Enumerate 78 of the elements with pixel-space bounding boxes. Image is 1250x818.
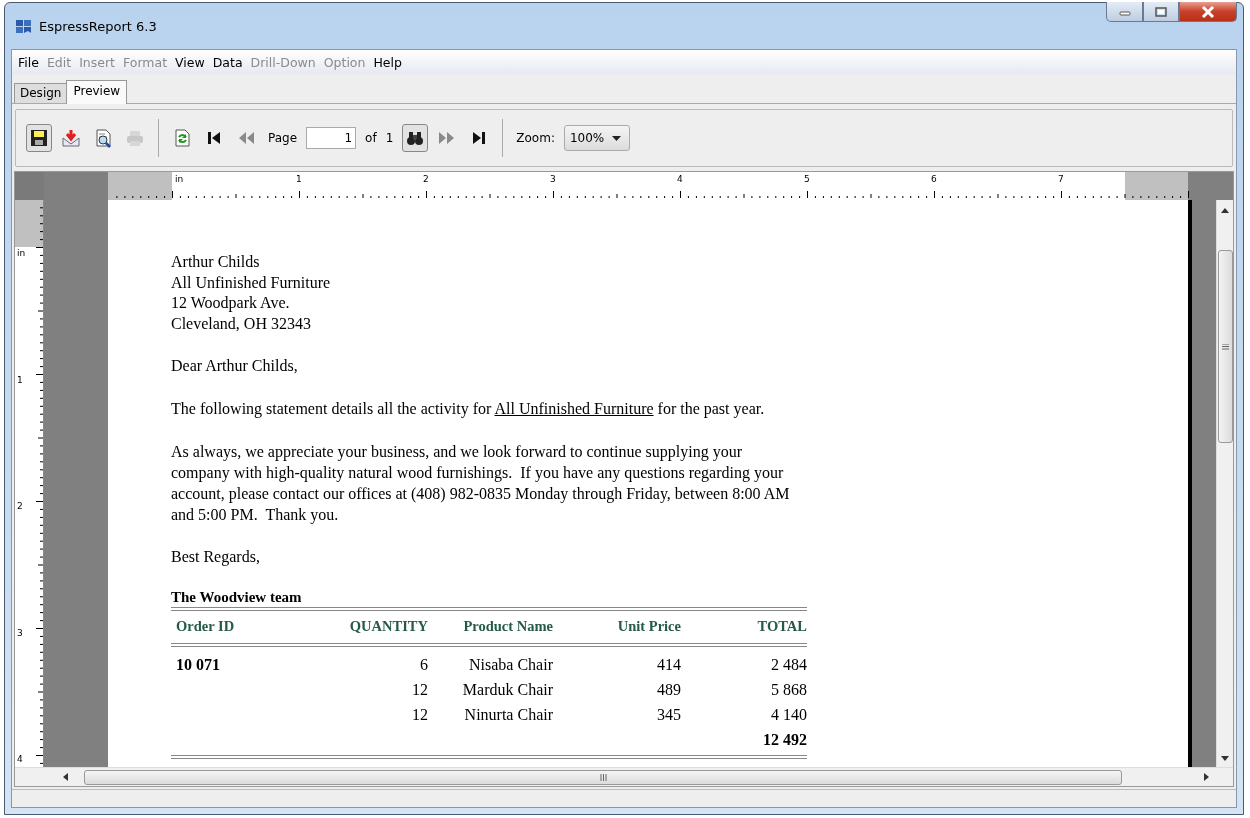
ruler-number: in (17, 248, 26, 258)
column-header: Order ID (175, 617, 236, 637)
ruler-number: 3 (17, 628, 23, 638)
zoom-label: Zoom: (516, 131, 555, 145)
maximize-button[interactable] (1143, 2, 1179, 22)
closing-text: Best Regards, (171, 547, 261, 568)
ruler-number: 4 (677, 174, 683, 184)
of-label: of (365, 131, 377, 145)
ruler-number: in (175, 174, 184, 184)
ruler-number: 1 (17, 375, 23, 385)
column-header: Product Name (462, 617, 553, 637)
statement-text: The following statement details all the activity for All Unfinished Furniture for the past year. (171, 398, 766, 419)
table-cell-text: 4 140 (770, 704, 807, 725)
scroll-down-icon (1221, 756, 1229, 761)
ruler-number: 4 (17, 754, 23, 764)
scroll-thumb[interactable] (1217, 250, 1233, 443)
menu-item[interactable]: Data (208, 54, 247, 70)
column-header: Unit Price (616, 617, 681, 637)
table-cell-text: 2 484 (770, 654, 807, 675)
grip-icon (599, 773, 607, 781)
page-count: 1 (385, 131, 394, 145)
binoculars-button[interactable] (402, 124, 429, 152)
grip-icon (1221, 343, 1229, 350)
close-button[interactable] (1179, 2, 1237, 22)
menu-item[interactable]: Help (369, 54, 406, 70)
caret-icon (612, 135, 622, 141)
table-cell-text: Nisaba Chair (468, 654, 553, 675)
column-header: QUANTITY (348, 617, 428, 637)
scroll-up-icon (1221, 208, 1229, 213)
minimize-button[interactable] (1106, 2, 1143, 22)
floppy-disk-button[interactable] (26, 124, 52, 152)
total-value: 12 492 (762, 729, 807, 750)
vertical-scrollbar[interactable] (1216, 200, 1233, 767)
printer-icon (125, 128, 145, 148)
column-header: TOTAL (756, 617, 807, 637)
window-title: EspressReport 6.3 (39, 18, 157, 34)
address-line: 12 Woodpark Ave. (171, 293, 291, 314)
table-cell-text: 12 (411, 679, 428, 700)
ruler-number: 1 (296, 174, 302, 184)
scroll-left-icon (63, 773, 68, 781)
address-line: All Unfinished Furniture (171, 272, 332, 293)
ruler-number: 7 (1058, 174, 1064, 184)
scroll-thumb[interactable] (84, 769, 1122, 785)
ruler-number: 3 (550, 174, 556, 184)
letter-paragraph: As always, we appreciate your business, and we look forward to continue supplying your company with high-quality natural wood furnishings. If you have any questions regarding your account, please contact our offices at (408) 982-0835 Monday through Friday, between 8:00 AM and 5:00 PM. Thank you. (171, 442, 791, 525)
close-icon (1201, 5, 1215, 18)
envelope-arrow-icon (61, 128, 81, 148)
table-cell-text: 489 (656, 679, 681, 700)
table-cell-text: 6 (419, 654, 428, 675)
ruler-number: 2 (423, 174, 429, 184)
scroll-right-icon (1204, 773, 1209, 781)
menu-item[interactable]: File (14, 54, 43, 70)
signature-text: The Woodview team (171, 587, 303, 606)
app-logo-icon (15, 18, 33, 34)
zoom-dropdown[interactable]: 100% (563, 125, 631, 151)
menu-item[interactable]: View (171, 54, 209, 70)
ruler-number: 6 (931, 174, 937, 184)
page-number-field[interactable]: 1 (306, 127, 357, 149)
table-cell-text: Ninurta Chair (463, 704, 553, 725)
page-label: Page (268, 131, 298, 145)
greeting-text: Dear Arthur Childs, (171, 356, 299, 376)
table-cell-text: 345 (656, 704, 681, 725)
horizontal-scrollbar[interactable] (15, 767, 1233, 786)
document-arrows-icon (172, 128, 192, 148)
table-cell-text: 5 868 (770, 679, 807, 700)
maximize-icon (1155, 6, 1167, 17)
address-line: Arthur Childs (171, 252, 261, 272)
customer-link[interactable]: All Unfinished Furniture (494, 399, 654, 417)
address-line: Cleveland, OH 32343 (171, 313, 312, 334)
table-cell-text: 12 (411, 704, 428, 725)
table-cell-text: Marduk Chair (461, 679, 553, 700)
ruler-number: 2 (17, 501, 23, 511)
tab[interactable]: Design (14, 83, 68, 103)
table-cell-text: 414 (656, 654, 681, 675)
ruler-number: 5 (804, 174, 810, 184)
table-cell-text: 10 071 (175, 654, 221, 675)
tab[interactable]: Preview (66, 80, 128, 104)
magnifier-document-icon (93, 128, 113, 148)
